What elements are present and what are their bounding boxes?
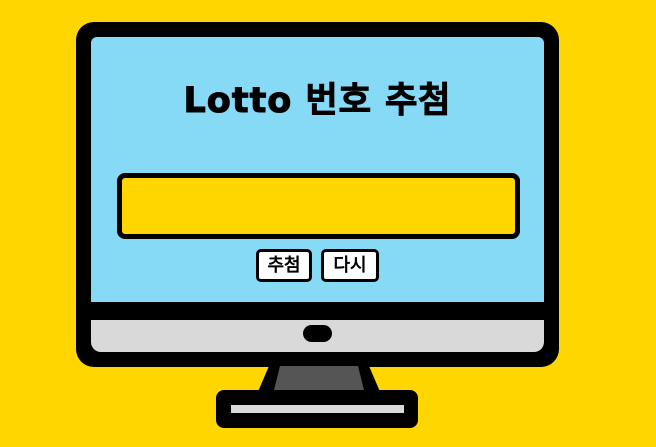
- draw-button[interactable]: 추첨: [256, 249, 312, 282]
- action-button-group: 추첨 다시: [91, 249, 544, 282]
- page-title: Lotto 번호 추첨: [183, 81, 452, 122]
- lotto-number-display: [117, 173, 520, 239]
- power-button-icon: [303, 325, 332, 342]
- monitor-stand-base-stripe: [231, 405, 404, 413]
- monitor-stand-neck-inner: [274, 366, 364, 390]
- reset-button[interactable]: 다시: [321, 249, 379, 282]
